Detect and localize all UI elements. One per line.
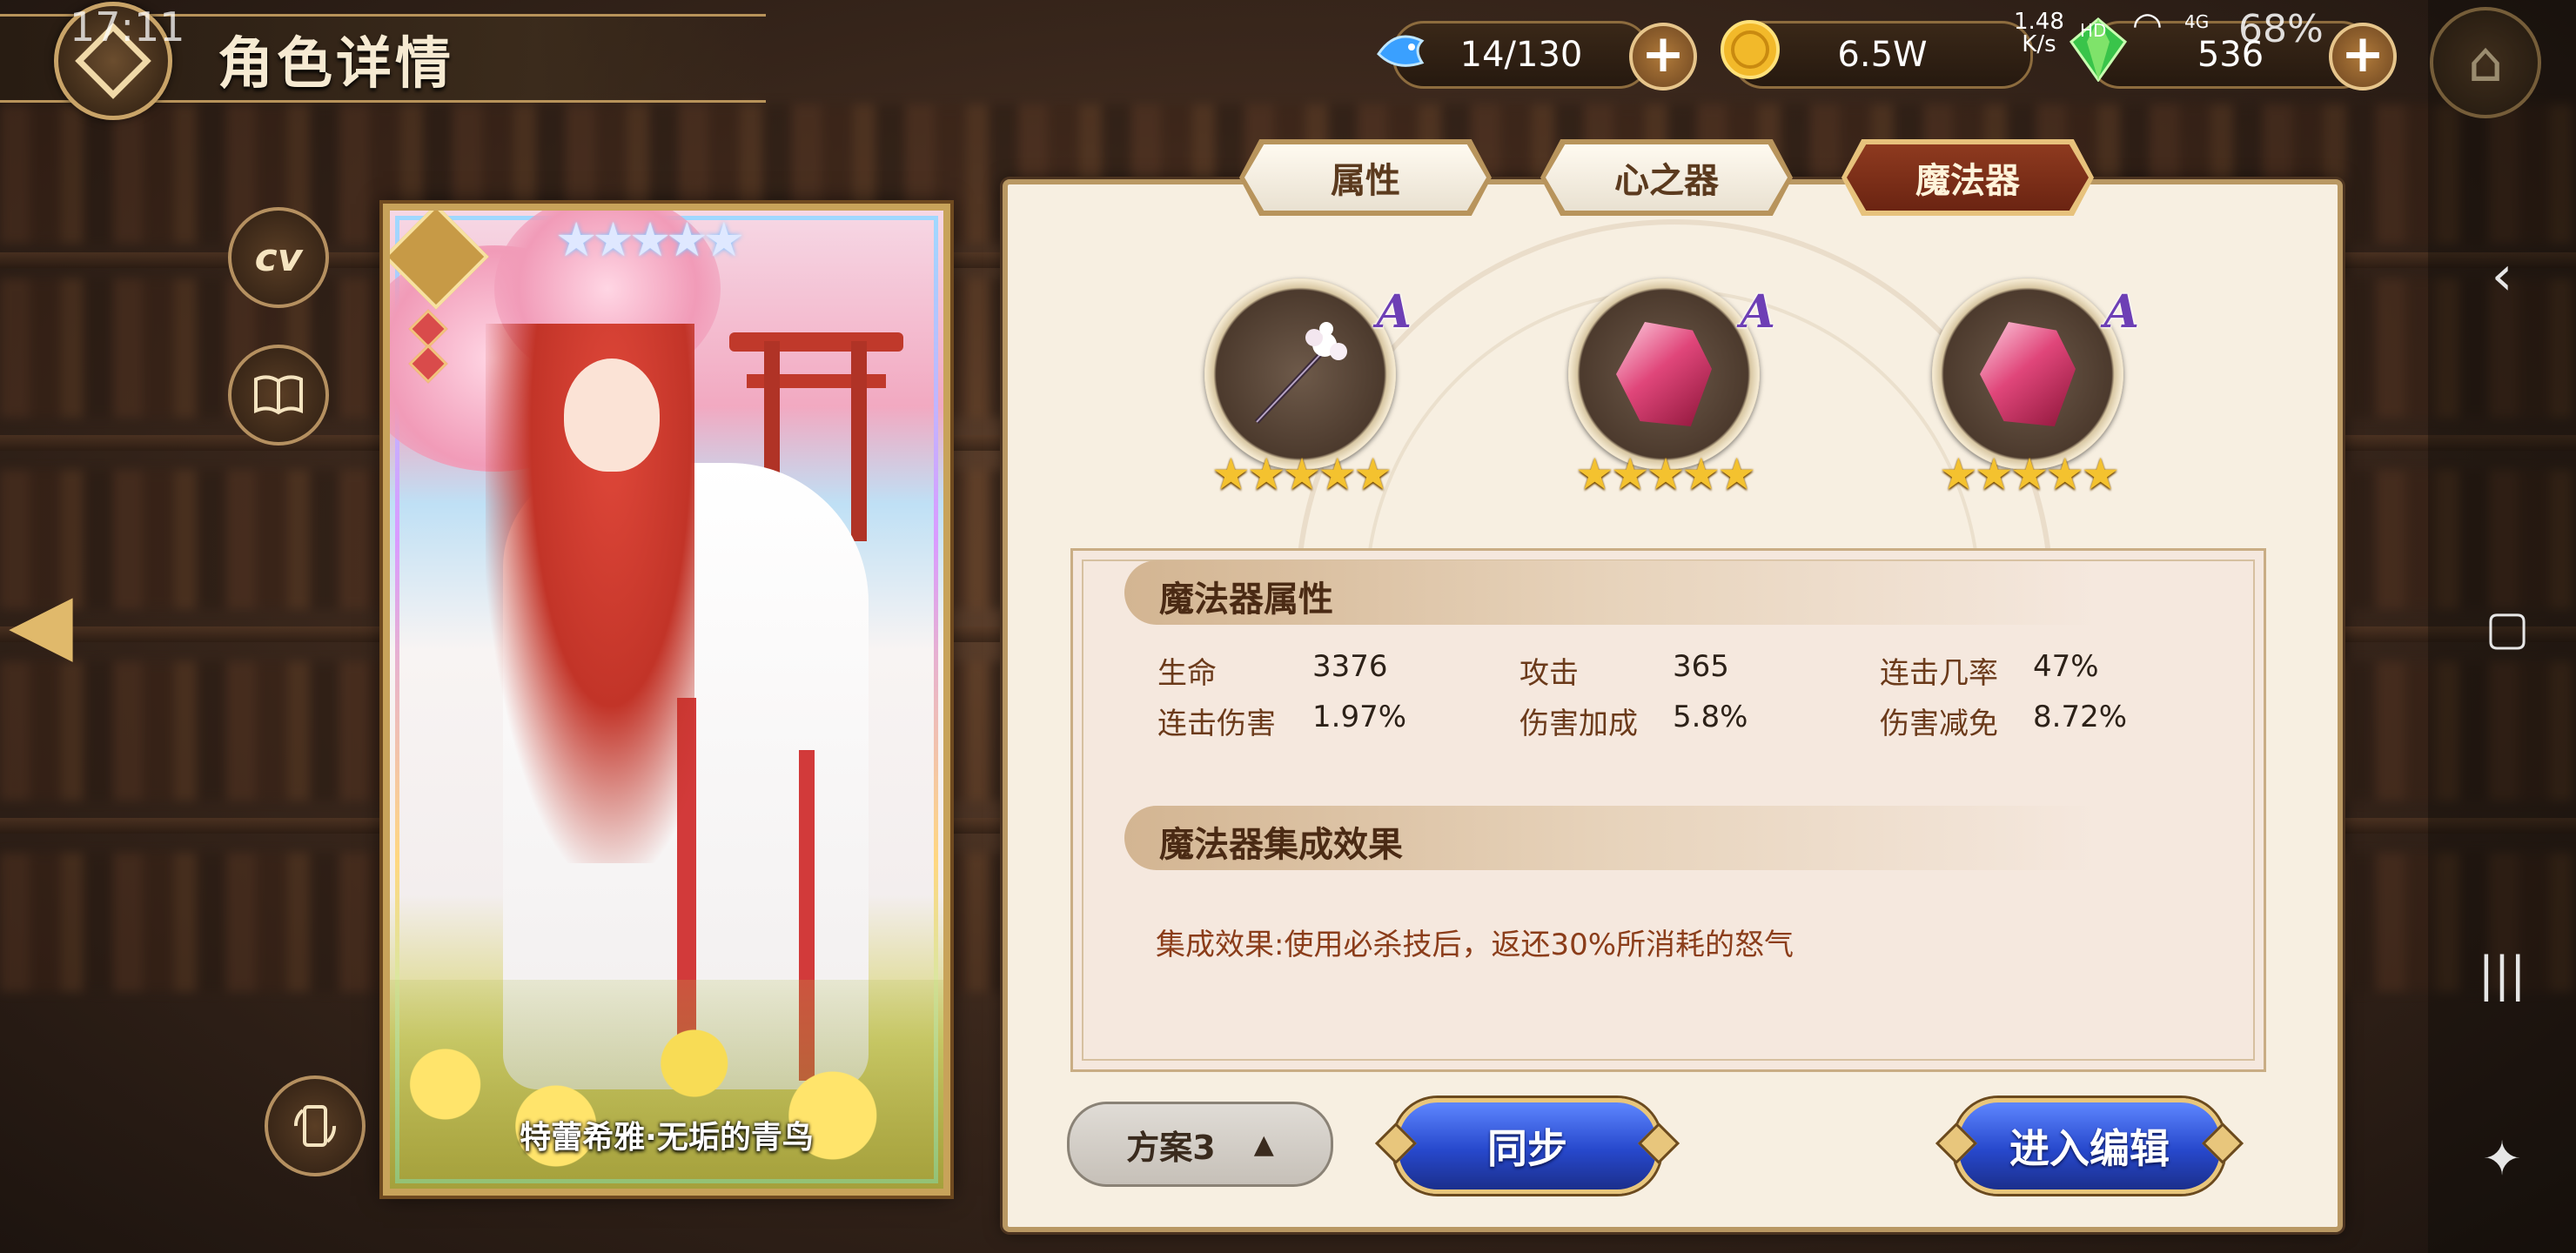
- stat-label: 攻击: [1519, 656, 1579, 691]
- crystal-icon: [1616, 322, 1712, 426]
- nav-recents-icon[interactable]: |||: [2472, 947, 2532, 1002]
- magic-device-slot-3[interactable]: A ★★★★★: [1932, 278, 2139, 499]
- staff-icon: [1254, 322, 1347, 425]
- stat-value: 8.72%: [2033, 700, 2128, 734]
- enter-edit-button[interactable]: 进入编辑: [1955, 1098, 2224, 1194]
- status-time: 17:11: [70, 3, 185, 50]
- stat-value: 3376: [1312, 649, 1388, 684]
- magic-device-frame: [1204, 278, 1396, 470]
- stat-value: 5.8%: [1673, 700, 1748, 734]
- tab-attributes[interactable]: 属性: [1239, 139, 1492, 216]
- stat-value: 1.97%: [1312, 700, 1407, 734]
- grade-badge: A: [1740, 285, 1775, 338]
- net-speed-unit: K/s: [2022, 31, 2056, 57]
- magic-device-frame: [1932, 278, 2123, 470]
- set-effect-title: 魔法器集成效果: [1159, 824, 1403, 865]
- nav-gamepad-icon[interactable]: ✦: [2472, 1131, 2532, 1186]
- stamina-value: 14/130: [1459, 35, 1583, 75]
- tab-heart-device-label: 心之器: [1546, 144, 1788, 211]
- add-gems-button[interactable]: +: [2329, 23, 2397, 90]
- magic-device-slot-2[interactable]: A ★★★★★: [1568, 278, 1775, 499]
- magic-device-frame: [1568, 278, 1760, 470]
- stat-label: 生命: [1157, 656, 1217, 691]
- stamina-fish-icon: [1366, 16, 1434, 84]
- page-title: 角色详情: [218, 32, 454, 97]
- magic-device-slot-1[interactable]: A ★★★★★: [1204, 278, 1412, 499]
- device-star-rating: ★★★★★: [1211, 449, 1392, 499]
- gold-value: 6.5W: [1837, 35, 1928, 75]
- net-speed: 1.48 K/s: [2014, 10, 2064, 56]
- network-type: 4G: [2184, 11, 2210, 32]
- enter-edit-label: 进入编辑: [2009, 1125, 2170, 1172]
- character-face: [564, 358, 660, 472]
- net-speed-value: 1.48: [2014, 9, 2064, 35]
- book-icon: [254, 375, 303, 415]
- rotate-phone-icon: [294, 1105, 336, 1147]
- scheme-selector[interactable]: 方案3 ▲: [1067, 1102, 1333, 1187]
- set-effect-text: 集成效果:使用必杀技后，返还30%所消耗的怒气: [1156, 928, 1794, 962]
- scheme-dropdown-arrow-icon: ▲: [1253, 1129, 1274, 1160]
- cv-button[interactable]: cv: [228, 207, 329, 308]
- floating-window-icon[interactable]: ▢: [2477, 600, 2538, 655]
- character-name: 特蕾希雅·无垢的青鸟: [520, 1120, 814, 1156]
- stat-value: 47%: [2033, 649, 2099, 684]
- card-emblem: [390, 211, 489, 310]
- wifi-icon: ◠: [2132, 5, 2163, 45]
- tab-magic-device-label: 魔法器: [1847, 144, 2089, 211]
- tab-heart-device[interactable]: 心之器: [1540, 139, 1793, 216]
- grade-badge: A: [1376, 285, 1412, 338]
- yellow-flowers: [390, 980, 943, 1189]
- attributes-title: 魔法器属性: [1159, 579, 1333, 620]
- crystal-icon: [1980, 322, 2076, 426]
- scheme-label: 方案3: [1126, 1128, 1216, 1167]
- hd-indicator: HD: [2080, 20, 2107, 41]
- device-star-rating: ★★★★★: [1938, 449, 2120, 499]
- sync-button[interactable]: 同步: [1394, 1098, 1660, 1194]
- grade-badge: A: [2103, 285, 2139, 338]
- cv-label: cv: [254, 235, 303, 280]
- nav-back-icon[interactable]: ‹: [2472, 244, 2532, 307]
- stat-label: 连击几率: [1880, 656, 1998, 691]
- tab-attributes-label: 属性: [1244, 144, 1486, 211]
- previous-character-arrow[interactable]: ◀: [9, 574, 73, 672]
- gold-coin-icon: [1716, 16, 1784, 84]
- battery-level: 68%: [2238, 7, 2324, 51]
- sync-label: 同步: [1487, 1125, 1567, 1172]
- stat-label: 连击伤害: [1157, 707, 1276, 741]
- story-book-button[interactable]: [228, 345, 329, 446]
- add-stamina-button[interactable]: +: [1629, 23, 1697, 90]
- stat-value: 365: [1673, 649, 1729, 684]
- device-star-rating: ★★★★★: [1574, 449, 1756, 499]
- tab-magic-device[interactable]: 魔法器: [1841, 139, 2094, 216]
- stat-label: 伤害加成: [1519, 707, 1638, 741]
- rotate-card-button[interactable]: [265, 1075, 366, 1176]
- character-card[interactable]: ★★★★★ 特蕾希雅·无垢的青鸟: [383, 204, 950, 1196]
- stat-label: 伤害减免: [1880, 707, 1998, 741]
- card-star-rating: ★★★★★: [555, 212, 745, 267]
